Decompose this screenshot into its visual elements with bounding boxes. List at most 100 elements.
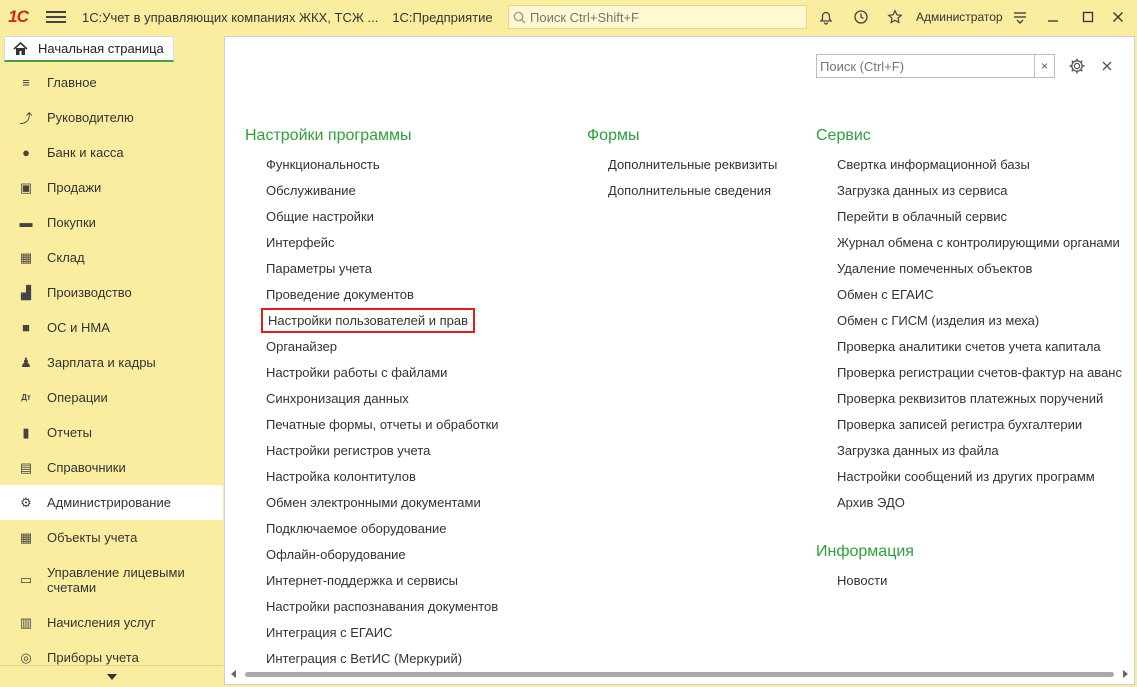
link-settings[interactable]: Подключаемое оборудование (245, 521, 499, 547)
link-settings[interactable]: Интерфейс (245, 235, 499, 261)
sidebar-item[interactable]: Дт Операции (0, 380, 223, 415)
link-settings[interactable]: Обмен электронными документами (245, 495, 499, 521)
link-settings[interactable]: Обслуживание (245, 183, 499, 209)
menu-icon[interactable] (46, 11, 66, 23)
sidebar-item[interactable]: ≡ Главное (0, 65, 223, 100)
sidebar-item[interactable]: ■ ОС и НМА (0, 310, 223, 345)
user-name[interactable]: Администратор (916, 10, 1003, 24)
sidebar-item[interactable]: ▦ Объекты учета (0, 520, 223, 555)
link-service[interactable]: Перейти в облачный сервис (816, 209, 1122, 235)
link-label: Настройки пользователей и прав (260, 308, 476, 333)
link-settings[interactable]: Общие настройки (245, 209, 499, 235)
sidebar-item[interactable]: ▥ Начисления услуг (0, 605, 223, 640)
link-settings[interactable]: Интернет-поддержка и сервисы (245, 573, 499, 599)
sidebar-item-label: Склад (47, 250, 85, 265)
link-label: Настройки сообщений из других программ (837, 469, 1095, 484)
link-service[interactable]: Проверка регистрации счетов-фактур на ав… (816, 365, 1122, 391)
global-search-input[interactable] (530, 9, 800, 25)
sidebar-item[interactable]: ● Банк и касса (0, 135, 223, 170)
link-label: Проверка аналитики счетов учета капитала (837, 339, 1101, 354)
sidebar-item[interactable]: ▦ Склад (0, 240, 223, 275)
tab-home-label: Начальная страница (38, 41, 164, 56)
section-icon: ▣ (19, 179, 33, 195)
link-label: Проведение документов (266, 287, 414, 302)
link-label: Интернет-поддержка и сервисы (266, 573, 459, 588)
horizontal-scrollbar[interactable] (225, 670, 1134, 678)
link-settings[interactable]: Офлайн-оборудование (245, 547, 499, 573)
link-label: Подключаемое оборудование (266, 521, 447, 536)
home-icon (13, 41, 28, 55)
link-label: Настройки распознавания документов (266, 599, 499, 614)
link-label: Органайзер (266, 339, 337, 354)
section-icon: Дт (21, 393, 31, 402)
link-service[interactable]: Проверка реквизитов платежных поручений (816, 391, 1122, 417)
scroll-left-icon[interactable] (231, 670, 236, 678)
gear-icon[interactable] (1067, 56, 1087, 76)
link-service[interactable]: Настройки сообщений из других программ (816, 469, 1122, 495)
settings-menu-icon[interactable] (1010, 7, 1030, 27)
link-service[interactable]: Проверка аналитики счетов учета капитала (816, 339, 1122, 365)
link-label: Проверка регистрации счетов-фактур на ав… (837, 365, 1122, 380)
sidebar-item[interactable]: ▤ Справочники (0, 450, 223, 485)
link-settings[interactable]: Настройки пользователей и прав (245, 308, 499, 339)
link-settings[interactable]: Настройки распознавания документов (245, 599, 499, 625)
link-forms[interactable]: Дополнительные сведения (587, 183, 777, 209)
maximize-icon[interactable] (1077, 6, 1099, 28)
link-service[interactable]: Загрузка данных из файла (816, 443, 1122, 469)
history-icon[interactable] (851, 7, 871, 27)
link-settings[interactable]: Настройки работы с файлами (245, 365, 499, 391)
tab-home[interactable]: Начальная страница (4, 36, 174, 62)
link-service[interactable]: Журнал обмена с контролирующими органами (816, 235, 1122, 261)
link-label: Загрузка данных из сервиса (837, 183, 1008, 198)
link-forms[interactable]: Дополнительные реквизиты (587, 157, 777, 183)
link-settings[interactable]: Интеграция с ЕГАИС (245, 625, 499, 651)
link-label: Настройка колонтитулов (266, 469, 416, 484)
panel-search-input[interactable] (817, 55, 1034, 77)
link-settings[interactable]: Проведение документов (245, 287, 499, 313)
close-window-icon[interactable] (1107, 6, 1129, 28)
bell-icon[interactable] (816, 7, 836, 27)
section-info: Информация Новости (816, 543, 914, 599)
scroll-right-icon[interactable] (1123, 670, 1128, 678)
sidebar-item-label: Администрирование (47, 495, 171, 510)
search-icon (513, 11, 526, 23)
link-service[interactable]: Обмен с ГИСМ (изделия из меха) (816, 313, 1122, 339)
link-label: Свертка информационной базы (837, 157, 1030, 172)
link-settings[interactable]: Функциональность (245, 157, 499, 183)
link-settings[interactable]: Настройка колонтитулов (245, 469, 499, 495)
link-service[interactable]: Удаление помеченных объектов (816, 261, 1122, 287)
link-service[interactable]: Загрузка данных из сервиса (816, 183, 1122, 209)
sidebar-scroll-down[interactable] (0, 665, 223, 687)
global-search[interactable] (508, 5, 807, 29)
link-service[interactable]: Архив ЭДО (816, 495, 1122, 521)
sidebar-item[interactable]: ▮ Отчеты (0, 415, 223, 450)
scrollbar-thumb[interactable] (245, 672, 1114, 677)
link-service[interactable]: Свертка информационной базы (816, 157, 1122, 183)
sidebar-item[interactable]: ⚙ Администрирование (0, 485, 223, 520)
section-icon: ⤴ (19, 111, 33, 126)
minimize-icon[interactable] (1042, 6, 1064, 28)
link-service[interactable]: Обмен с ЕГАИС (816, 287, 1122, 313)
section-icon: ▥ (19, 614, 33, 630)
link-info[interactable]: Новости (816, 573, 914, 599)
sidebar-item[interactable]: ⤴ Руководителю (0, 100, 223, 135)
close-panel-icon[interactable] (1099, 56, 1115, 76)
link-settings[interactable]: Печатные формы, отчеты и обработки (245, 417, 499, 443)
link-settings[interactable]: Синхронизация данных (245, 391, 499, 417)
sidebar-item[interactable]: ▬ Покупки (0, 205, 223, 240)
link-settings[interactable]: Параметры учета (245, 261, 499, 287)
sidebar-item[interactable]: ▟ Производство (0, 275, 223, 310)
panel-search[interactable]: × (816, 54, 1055, 78)
link-settings[interactable]: Органайзер (245, 339, 499, 365)
sidebar-item[interactable]: ▣ Продажи (0, 170, 223, 205)
link-settings[interactable]: Настройки регистров учета (245, 443, 499, 469)
section-icon: ● (22, 145, 30, 160)
sidebar-item[interactable]: ♟ Зарплата и кадры (0, 345, 223, 380)
clear-search-icon[interactable]: × (1034, 55, 1054, 77)
sidebar-item[interactable]: ▭ Управление лицевыми счетами (0, 555, 223, 605)
link-service[interactable]: Проверка записей регистра бухгалтерии (816, 417, 1122, 443)
star-icon[interactable] (885, 7, 905, 27)
sidebar-item-label: Главное (47, 75, 97, 90)
sidebar-item-label: Начисления услуг (47, 615, 156, 630)
link-label: Настройки регистров учета (266, 443, 431, 458)
